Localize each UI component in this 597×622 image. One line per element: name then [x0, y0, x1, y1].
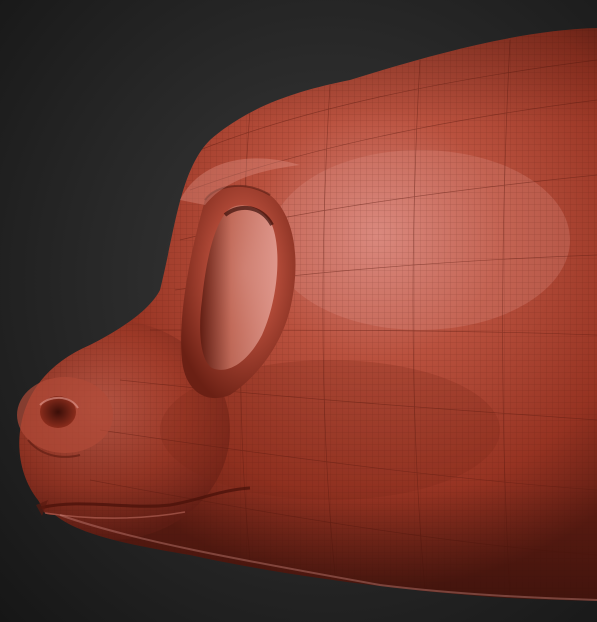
creature-head [19, 28, 597, 601]
sculpt-render [17, 28, 597, 601]
sculpt-viewport[interactable] [0, 0, 597, 622]
